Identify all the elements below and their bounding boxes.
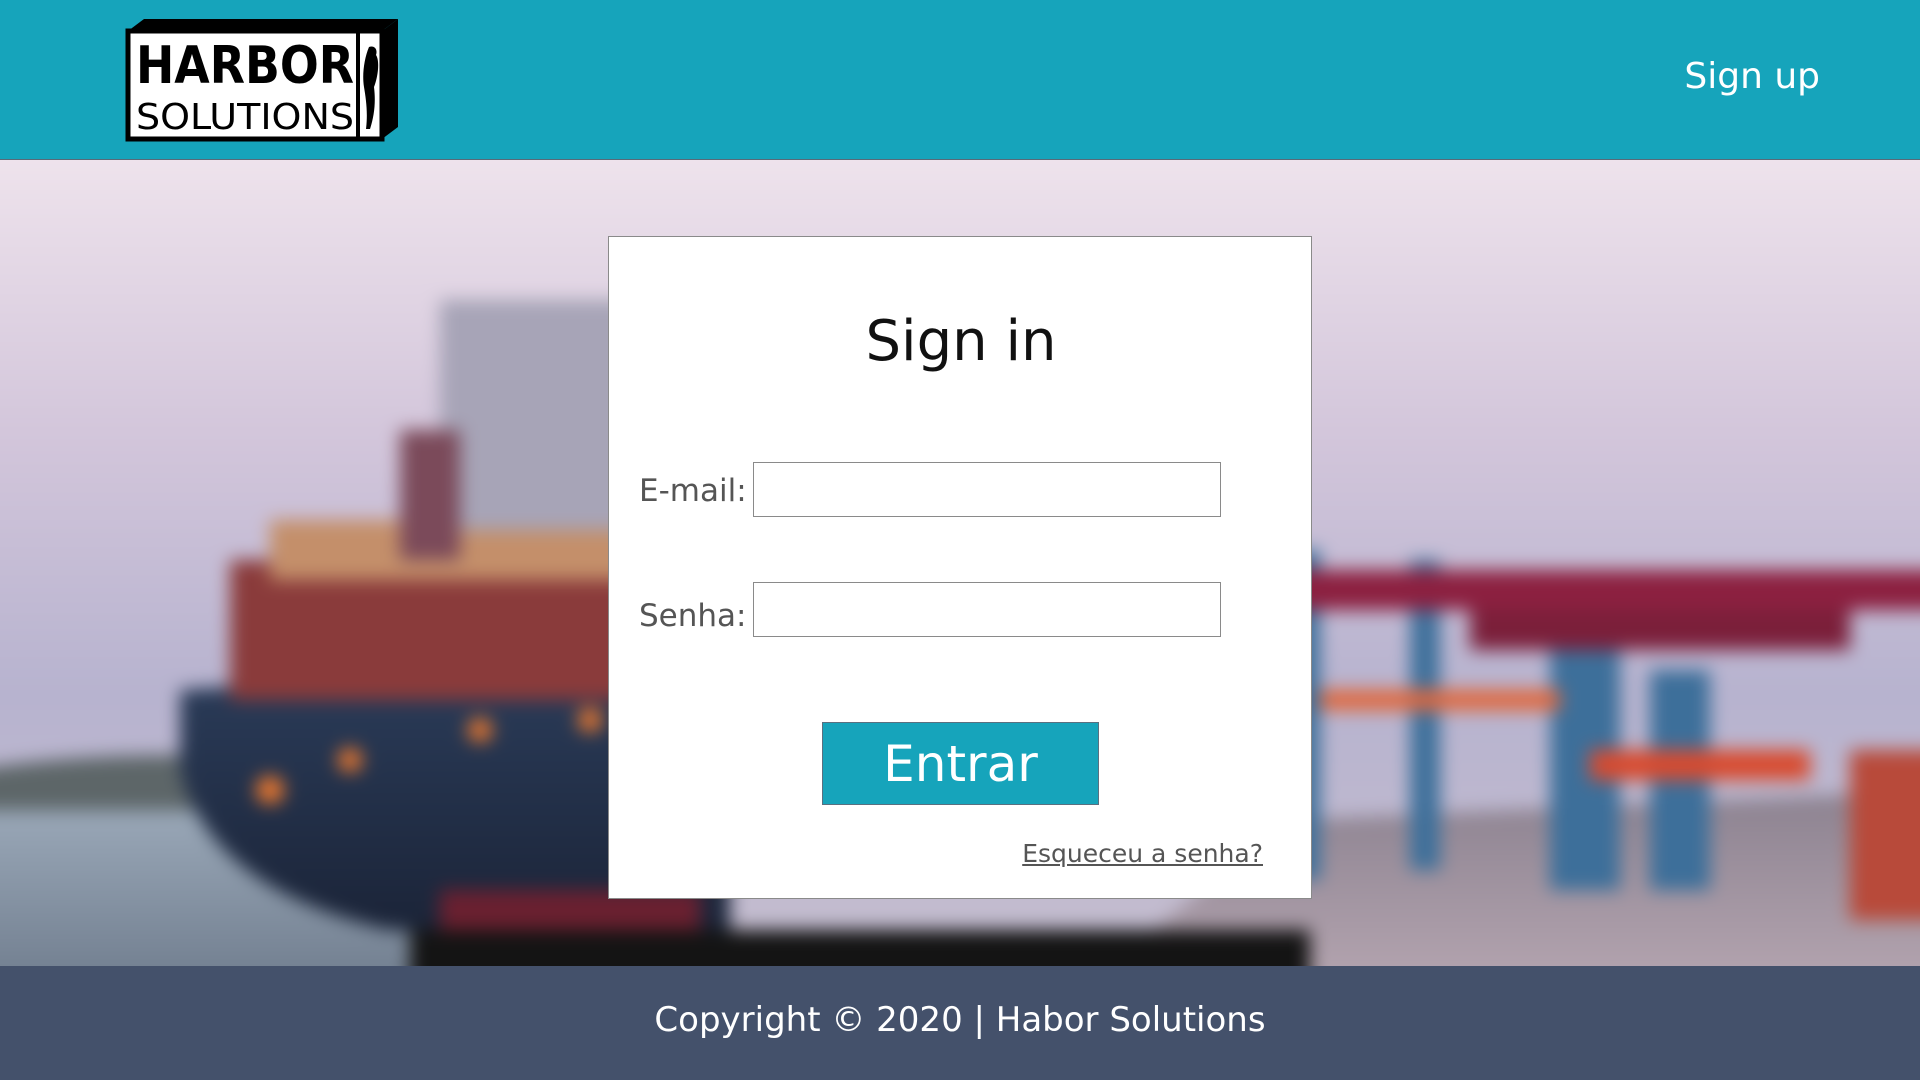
forgot-password-link[interactable]: Esqueceu a senha?	[1022, 839, 1263, 868]
harbor-solutions-logo[interactable]: HARBOR SOLUTIONS	[124, 17, 402, 145]
email-field[interactable]	[753, 462, 1221, 517]
logo-text-harbor: HARBOR	[136, 36, 354, 96]
copyright-text: Copyright © 2020 | Habor Solutions	[654, 1000, 1266, 1040]
signup-link[interactable]: Sign up	[1684, 56, 1820, 97]
logo-text-solutions: SOLUTIONS	[136, 97, 354, 138]
login-page: HARBOR SOLUTIONS Sign up Sign in E-mail:…	[0, 0, 1920, 1080]
email-label: E-mail:	[639, 473, 747, 509]
password-field[interactable]	[753, 582, 1221, 637]
footer: Copyright © 2020 | Habor Solutions	[0, 966, 1920, 1080]
signin-title: Sign in	[865, 309, 1057, 374]
top-navbar: HARBOR SOLUTIONS Sign up	[0, 0, 1920, 160]
entrar-button[interactable]: Entrar	[822, 722, 1099, 805]
signin-card: Sign in E-mail: Senha: Entrar Esqueceu a…	[608, 236, 1312, 899]
password-label: Senha:	[639, 598, 747, 634]
